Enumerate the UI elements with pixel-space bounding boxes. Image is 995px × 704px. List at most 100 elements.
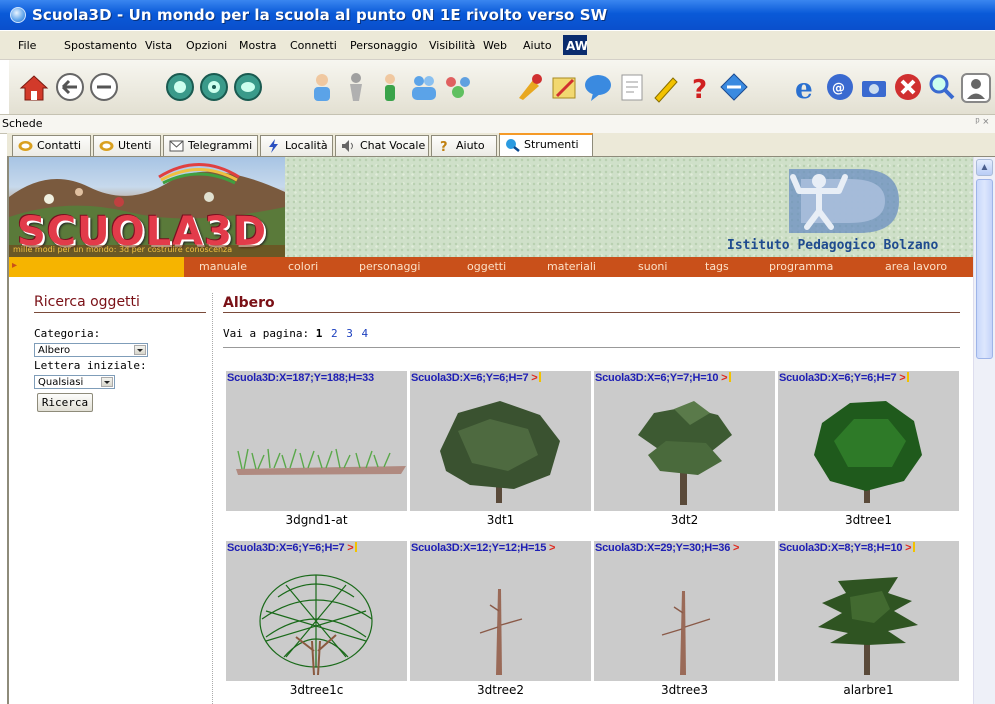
notepad-icon[interactable] — [615, 70, 649, 104]
pin-close-icon[interactable]: ᵖ × — [975, 116, 989, 128]
search-button[interactable]: Ricerca — [37, 393, 93, 412]
menu-spostamento[interactable]: Spostamento — [64, 39, 137, 52]
tab-contatti[interactable]: Contatti — [12, 135, 91, 156]
menu-web[interactable]: Web — [483, 39, 507, 52]
menu-file[interactable]: File — [18, 39, 36, 52]
teleport-arrow-icon[interactable]: > — [549, 542, 555, 554]
object-card[interactable]: Scuola3D:X=6;Y=6;H=7 > 3dtree1 — [778, 371, 959, 531]
scuola3d-logo[interactable]: SCUOLA3D mille modi per un mondo: 3d per… — [9, 157, 285, 257]
menu-aiuto[interactable]: Aiuto — [523, 39, 552, 52]
scrollbar-thumb[interactable] — [976, 179, 993, 359]
vertical-scrollbar[interactable]: ▲ — [973, 157, 995, 704]
teleport-arrow-icon[interactable]: > — [905, 542, 911, 554]
results-title: Albero — [223, 295, 275, 311]
tab-localita[interactable]: Località — [260, 135, 333, 156]
menu-vista[interactable]: Vista — [145, 39, 172, 52]
object-name[interactable]: 3dtree1c — [226, 683, 407, 697]
object-thumbnail[interactable]: Scuola3D:X=187;Y=188;H=33 — [226, 371, 407, 511]
view-first-person-icon[interactable] — [163, 70, 197, 104]
object-thumbnail[interactable]: Scuola3D:X=8;Y=8;H=10 > — [778, 541, 959, 681]
web-content: SCUOLA3D mille modi per un mondo: 3d per… — [7, 157, 973, 704]
window-titlebar[interactable]: Scuola3D - Un mondo per la scuola al pun… — [0, 0, 995, 30]
pager-link-2[interactable]: 2 — [331, 327, 338, 340]
nav-programma[interactable]: programma — [769, 260, 833, 273]
group-icon[interactable] — [407, 70, 441, 104]
object-card[interactable]: Scuola3D:X=6;Y=6;H=7 > 3dt1 — [410, 371, 591, 531]
web-browser-icon[interactable]: e — [789, 70, 823, 104]
back-icon[interactable] — [53, 70, 87, 104]
menu-connetti[interactable]: Connetti — [290, 39, 337, 52]
tree-alarbre1-image — [818, 577, 918, 675]
teleport-arrow-icon[interactable]: > — [347, 542, 353, 554]
tab-strumenti[interactable]: Strumenti — [499, 133, 593, 157]
home-icon[interactable] — [17, 70, 51, 104]
tab-chat-vocale[interactable]: Chat Vocale — [335, 135, 429, 156]
initial-letter-select[interactable]: Qualsiasi — [34, 375, 115, 389]
menu-mostra[interactable]: Mostra — [239, 39, 277, 52]
tab-aiuto[interactable]: ? Aiuto — [431, 135, 497, 156]
scroll-up-icon[interactable]: ▲ — [976, 159, 993, 176]
build-tools-icon[interactable] — [513, 70, 547, 104]
view-front-icon[interactable] — [231, 70, 265, 104]
tab-telegrammi[interactable]: Telegrammi — [163, 135, 258, 156]
nav-tags[interactable]: tags — [705, 260, 729, 273]
pager-link-4[interactable]: 4 — [361, 327, 368, 340]
close-world-icon[interactable] — [891, 70, 925, 104]
avatar-icon[interactable] — [305, 70, 339, 104]
object-name[interactable]: alarbre1 — [778, 683, 959, 697]
person-icon[interactable] — [373, 70, 407, 104]
nav-colori[interactable]: colori — [288, 260, 318, 273]
user-account-icon[interactable] — [959, 70, 993, 104]
search-icon[interactable] — [925, 70, 959, 104]
object-card[interactable]: Scuola3D:X=6;Y=7;H=10 > 3dt2 — [594, 371, 775, 531]
nav-personaggi[interactable]: personaggi — [359, 260, 420, 273]
object-name[interactable]: 3dtree1 — [778, 513, 959, 527]
object-thumbnail[interactable]: Scuola3D:X=12;Y=12;H=15 > — [410, 541, 591, 681]
category-select[interactable]: Albero — [34, 343, 148, 357]
object-name[interactable]: 3dtree2 — [410, 683, 591, 697]
teleport-arrow-icon[interactable]: > — [721, 372, 727, 384]
object-name[interactable]: 3dt2 — [594, 513, 775, 527]
logo-tagline: mille modi per un mondo: 3d per costruir… — [9, 245, 285, 257]
teleport-arrow-icon[interactable]: > — [531, 372, 537, 384]
object-name[interactable]: 3dtree3 — [594, 683, 775, 697]
nav-manuale[interactable]: manuale — [199, 260, 247, 273]
object-card[interactable]: Scuola3D:X=6;Y=6;H=7 > 3dtree1c — [226, 541, 407, 701]
teleport-arrow-icon[interactable]: > — [733, 542, 739, 554]
object-thumbnail[interactable]: Scuola3D:X=6;Y=6;H=7 > — [778, 371, 959, 511]
nav-area-lavoro[interactable]: area lavoro — [885, 260, 947, 273]
tab-utenti[interactable]: Utenti — [93, 135, 161, 156]
object-name[interactable]: 3dgnd1-at — [226, 513, 407, 527]
chat-bubble-icon[interactable] — [581, 70, 615, 104]
object-thumbnail[interactable]: Scuola3D:X=29;Y=30;H=36 > — [594, 541, 775, 681]
email-icon[interactable]: @ — [823, 70, 857, 104]
nav-materiali[interactable]: materiali — [547, 260, 596, 273]
nav-oggetti[interactable]: oggetti — [467, 260, 506, 273]
object-name[interactable]: 3dt1 — [410, 513, 591, 527]
teleport-arrow-icon[interactable]: > — [899, 372, 905, 384]
help-question-icon[interactable]: ? — [683, 70, 717, 104]
teleport-icon[interactable] — [717, 70, 751, 104]
camera-icon[interactable] — [857, 70, 891, 104]
menu-personaggio[interactable]: Personaggio — [350, 39, 417, 52]
forward-icon[interactable] — [87, 70, 121, 104]
menu-bar: File Spostamento Vista Opzioni Mostra Co… — [0, 31, 995, 60]
object-card[interactable]: Scuola3D:X=29;Y=30;H=36 > 3dtree3 — [594, 541, 775, 701]
pager-link-3[interactable]: 3 — [346, 327, 353, 340]
menu-opzioni[interactable]: Opzioni — [186, 39, 227, 52]
nav-suoni[interactable]: suoni — [638, 260, 667, 273]
edit-object-icon[interactable] — [547, 70, 581, 104]
community-icon[interactable] — [441, 70, 475, 104]
chevron-down-icon[interactable] — [134, 345, 146, 355]
view-third-person-icon[interactable] — [197, 70, 231, 104]
object-card[interactable]: Scuola3D:X=187;Y=188;H=33 3dgnd1-at — [226, 371, 407, 531]
object-thumbnail[interactable]: Scuola3D:X=6;Y=6;H=7 > — [226, 541, 407, 681]
pencil-icon[interactable] — [649, 70, 683, 104]
object-card[interactable]: Scuola3D:X=12;Y=12;H=15 > 3dtree2 — [410, 541, 591, 701]
object-thumbnail[interactable]: Scuola3D:X=6;Y=7;H=10 > — [594, 371, 775, 511]
chevron-down-icon[interactable] — [101, 377, 113, 387]
menu-visibilita[interactable]: Visibilità — [429, 39, 475, 52]
object-thumbnail[interactable]: Scuola3D:X=6;Y=6;H=7 > — [410, 371, 591, 511]
object-card[interactable]: Scuola3D:X=8;Y=8;H=10 > alarbre1 — [778, 541, 959, 701]
gesture-icon[interactable] — [339, 70, 373, 104]
